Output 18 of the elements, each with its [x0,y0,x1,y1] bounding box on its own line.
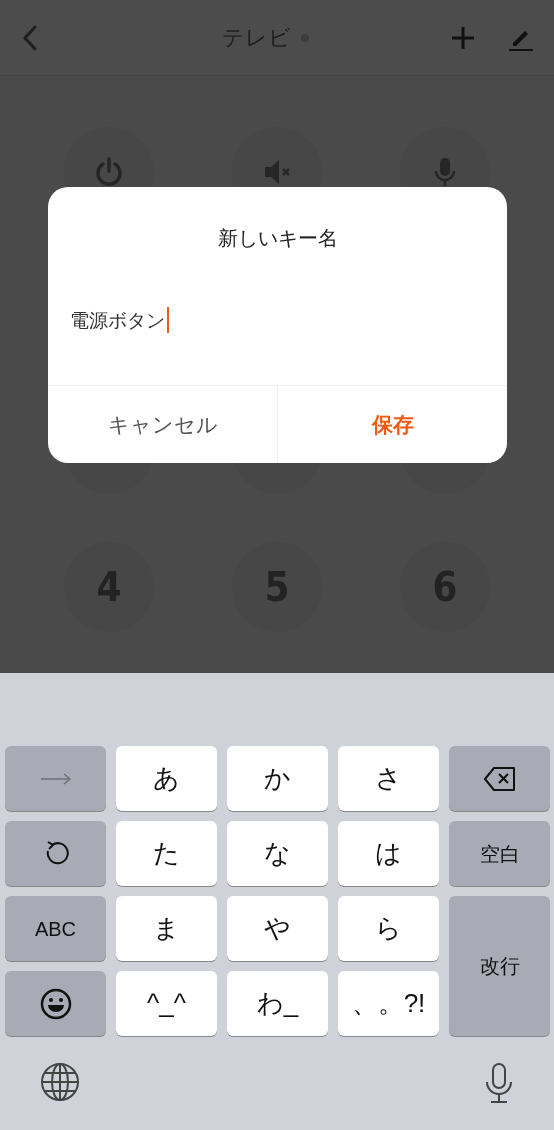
keyboard-key[interactable]: ら [338,896,439,961]
keyboard-key[interactable]: 改行 [449,896,550,1036]
keyboard-key[interactable]: た [116,821,217,886]
keyboard-key[interactable]: わ_ [227,971,328,1036]
keyboard-key[interactable]: ABC [5,896,106,961]
keyboard-key[interactable]: さ [338,746,439,811]
dialog-title: 新しいキー名 [216,226,339,251]
cancel-button[interactable]: キャンセル [48,386,277,463]
keyboard-key[interactable]: あ [116,746,217,811]
keyboard-key[interactable]: 空白 [449,821,550,886]
keyboard-key[interactable]: な [227,821,328,886]
keyboard-key[interactable]: ^_^ [116,971,217,1036]
keyboard-key[interactable]: 、。?! [338,971,439,1036]
name-input-field[interactable]: 電源ボタン [48,287,507,385]
keyboard-key[interactable]: は [338,821,439,886]
keyboard-key[interactable]: や [227,896,328,961]
keyboard-key[interactable]: か [227,746,328,811]
keyboard-key[interactable]: ま [116,896,217,961]
